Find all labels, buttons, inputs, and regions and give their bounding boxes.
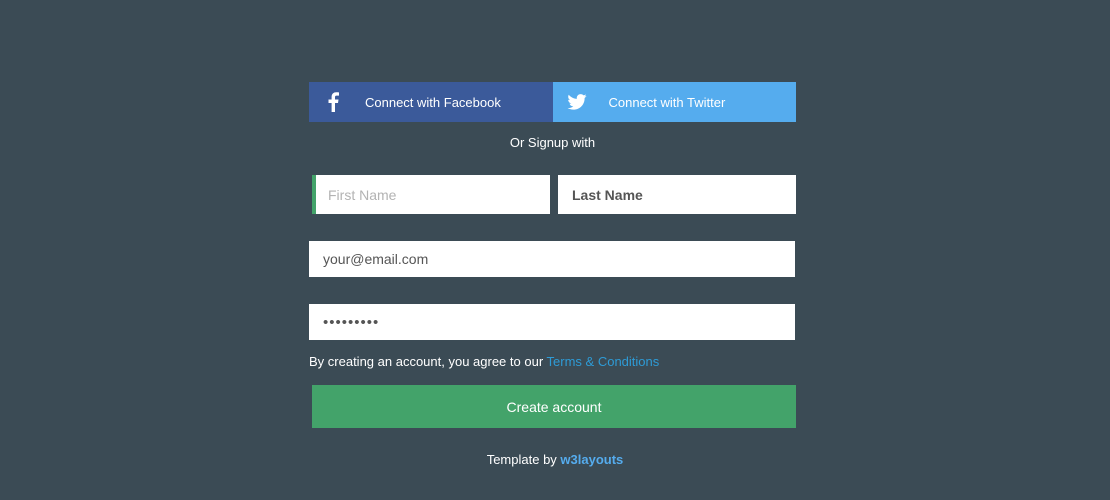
connect-twitter-button[interactable]: Connect with Twitter xyxy=(552,82,796,122)
name-fields-row xyxy=(309,175,796,214)
last-name-input[interactable] xyxy=(558,175,796,214)
social-login-row: Connect with Facebook Connect with Twitt… xyxy=(309,82,796,122)
terms-conditions-link[interactable]: Terms & Conditions xyxy=(547,354,660,369)
facebook-label: Connect with Facebook xyxy=(365,94,501,110)
signup-form: Connect with Facebook Connect with Twitt… xyxy=(309,82,796,428)
email-input[interactable] xyxy=(309,241,795,277)
password-input[interactable] xyxy=(309,304,795,340)
twitter-icon xyxy=(555,82,599,122)
footer-text: Template by xyxy=(486,452,557,467)
or-signup-divider: Or Signup with xyxy=(509,135,596,150)
w3layouts-link[interactable]: w3layouts xyxy=(560,452,623,467)
first-name-input[interactable] xyxy=(312,175,550,214)
twitter-label: Connect with Twitter xyxy=(608,94,726,110)
footer: Template by w3layouts xyxy=(0,452,1110,468)
terms-notice: By creating an account, you agree to our… xyxy=(309,354,796,370)
facebook-icon xyxy=(311,82,355,122)
terms-text: By creating an account, you agree to our xyxy=(309,354,544,369)
create-account-button[interactable]: Create account xyxy=(312,385,796,428)
connect-facebook-button[interactable]: Connect with Facebook xyxy=(309,82,553,122)
